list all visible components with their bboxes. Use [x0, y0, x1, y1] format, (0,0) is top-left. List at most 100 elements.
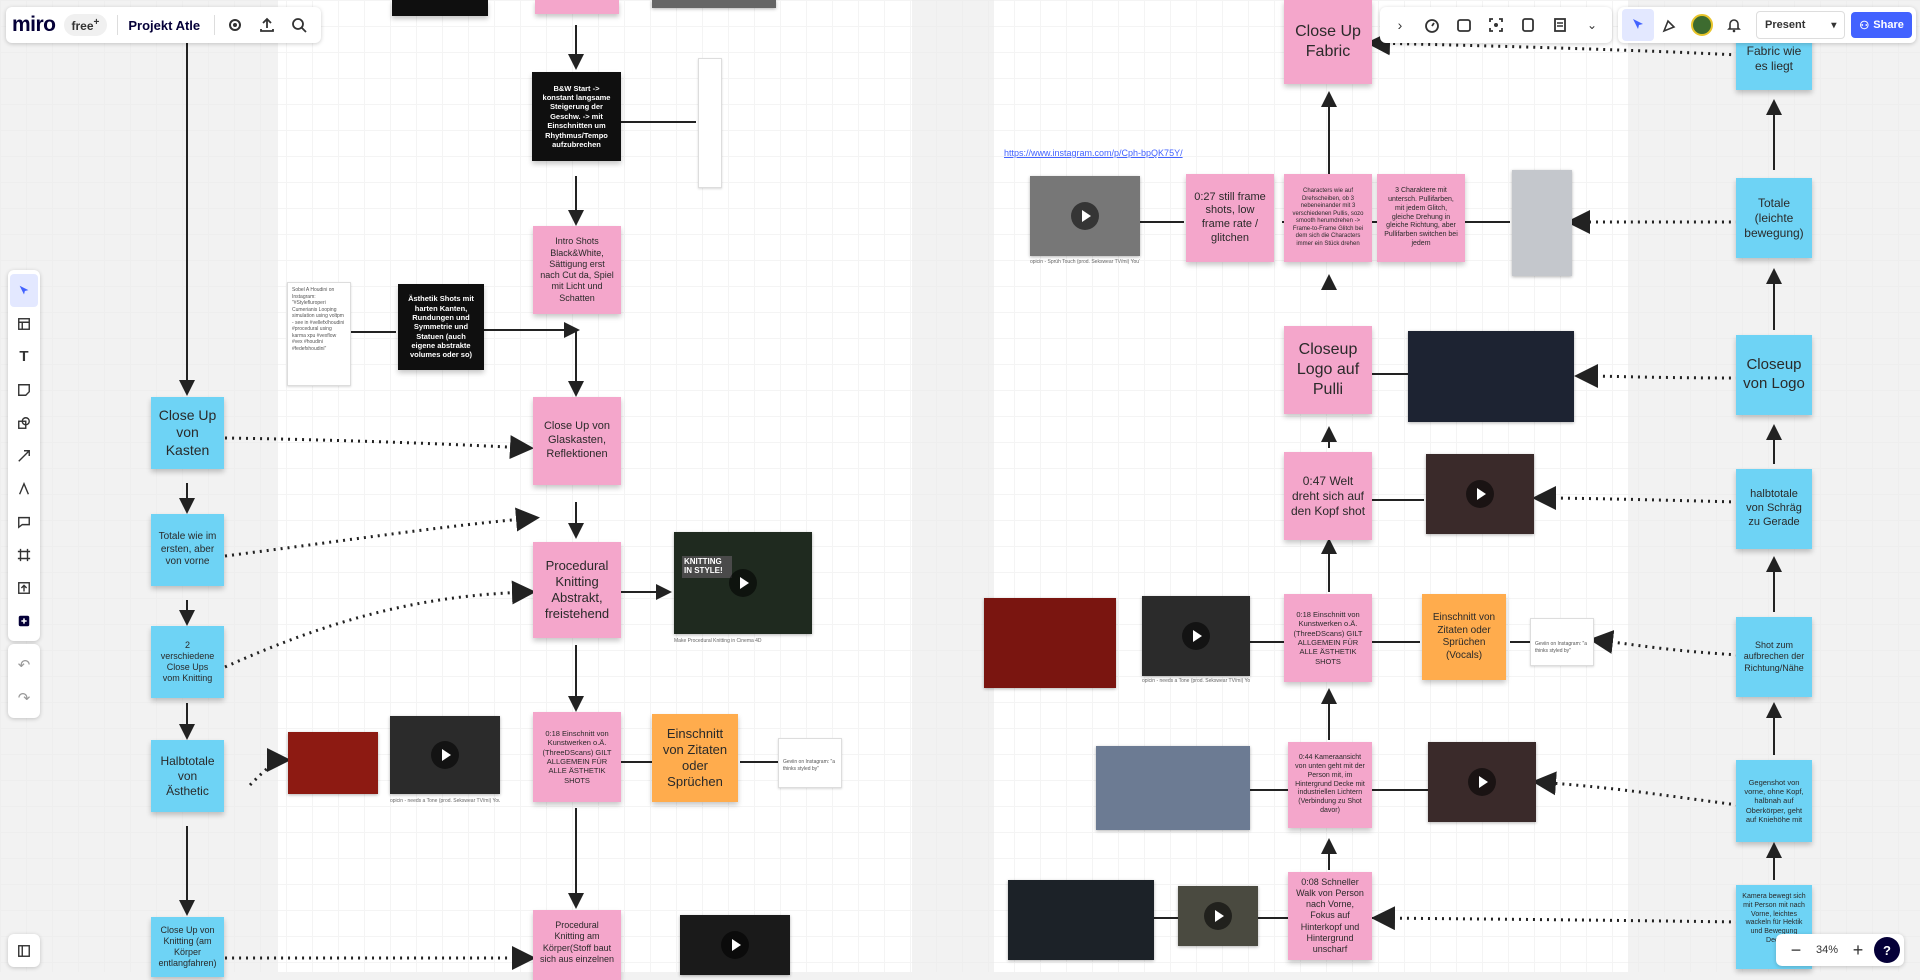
zoom-in-button[interactable]: +	[1842, 934, 1874, 966]
more-icon[interactable]: ⌄	[1576, 9, 1608, 41]
sticky-closeup-logo-pulli[interactable]: Closeup Logo auf Pulli	[1284, 326, 1372, 414]
sticky-einschnitt-zitate-right[interactable]: Einschnitt von Zitaten oder Sprüchen (Vo…	[1422, 594, 1506, 680]
sticky-halbtotale-aesthetic[interactable]: Halbtotale von Ästhetic	[151, 740, 224, 812]
play-icon[interactable]	[729, 569, 757, 597]
avatar[interactable]	[1686, 9, 1718, 41]
image-red-right[interactable]	[984, 598, 1116, 688]
plan-badge-label: free	[71, 19, 94, 33]
timer-icon[interactable]	[1416, 9, 1448, 41]
instagram-card-houdini[interactable]: Sobel A Houdini on Instagram: "#Styleflu…	[287, 282, 351, 386]
top-left-toolbar: miro free+ Projekt Atle	[6, 7, 322, 43]
image-dark-room[interactable]	[1008, 880, 1154, 960]
sticky-drei-charaktere[interactable]: 3 Charaktere mit untersch. Pullifarben, …	[1377, 174, 1465, 262]
focus-icon[interactable]	[1480, 9, 1512, 41]
sticky-black-top[interactable]	[392, 0, 488, 16]
select-icon[interactable]	[10, 274, 38, 307]
sticky-close-up-kasten[interactable]: Close Up von Kasten	[151, 397, 224, 469]
play-icon[interactable]	[1466, 480, 1494, 508]
video-kamera[interactable]	[1428, 742, 1536, 822]
plan-badge[interactable]: free+	[63, 14, 108, 36]
sticky-totale-bewegung[interactable]: Totale (leichte bewegung)	[1736, 178, 1812, 258]
video-welt[interactable]	[1426, 454, 1534, 534]
notes-icon[interactable]	[1544, 9, 1576, 41]
sticky-pink-top[interactable]	[535, 0, 619, 14]
chevron-down-icon[interactable]: ▾	[1831, 20, 1836, 31]
cursor-icon[interactable]	[1622, 9, 1654, 41]
sticky-shot-aufbrechen[interactable]: Shot zum aufbrechen der Richtung/Nähe	[1736, 617, 1812, 697]
sticky-close-ups-knitting[interactable]: 2 verschiedene Close Ups vom Knitting	[151, 626, 224, 698]
bell-icon[interactable]	[1718, 9, 1750, 41]
chevron-right-icon[interactable]: ›	[1384, 9, 1416, 41]
sticky-close-up-knitting[interactable]: Close Up von Knitting (am Körper entlang…	[151, 917, 224, 977]
video-car-left[interactable]	[390, 716, 500, 794]
instagram-card-geviin[interactable]: Geviin on Instagram: "a thinks styled by…	[778, 738, 842, 788]
sticky-closeup-von-logo[interactable]: Closeup von Logo	[1736, 335, 1812, 415]
play-icon[interactable]	[721, 931, 749, 959]
pen-icon[interactable]	[8, 472, 40, 505]
search-icon[interactable]	[283, 9, 315, 41]
text-icon[interactable]: T	[8, 340, 40, 373]
vote-icon[interactable]	[1448, 9, 1480, 41]
instagram-card-geviin-right[interactable]: Geviin on Instagram: "a thinks styled by…	[1530, 618, 1594, 666]
sticky-characters-drehscheibe[interactable]: Characters wie auf Drehscheiben, ob 3 ne…	[1284, 174, 1372, 262]
sticky-aesthetic-shots[interactable]: Ästhetik Shots mit harten Kanten, Rundun…	[398, 284, 484, 370]
comment-icon[interactable]	[8, 505, 40, 538]
sticky-procedural-koerper[interactable]: Procedural Knitting am Körper(Stoff baut…	[533, 910, 621, 980]
sticky-einschnitt-018-right[interactable]: 0:18 Einschnitt von Kunstwerken o.Ä. (Th…	[1284, 594, 1372, 682]
sticky-halbtotale-schraeg[interactable]: halbtotale von Schräg zu Gerade	[1736, 469, 1812, 549]
sticky-note-icon[interactable]	[8, 373, 40, 406]
video-knitting[interactable]: KNITTING IN STYLE!	[674, 532, 812, 634]
miro-logo[interactable]: miro	[12, 13, 56, 37]
sticky-gegenshot[interactable]: Gegenshot von vorne, ohne Kopf, halbnah …	[1736, 760, 1812, 842]
image-jacket-back[interactable]	[1096, 746, 1250, 830]
play-icon[interactable]	[1182, 622, 1210, 650]
instagram-link[interactable]: https://www.instagram.com/p/Cph-bpQK75Y/	[1004, 148, 1183, 158]
templates-icon[interactable]	[8, 307, 40, 340]
zoom-level[interactable]: 34%	[1816, 944, 1838, 956]
sticky-still-frame[interactable]: 0:27 still frame shots, low frame rate /…	[1186, 174, 1274, 262]
settings-icon[interactable]	[219, 9, 251, 41]
video-bottom-center[interactable]	[680, 915, 790, 975]
image-logo-pulli[interactable]	[1408, 331, 1574, 422]
document-card-top[interactable]	[698, 58, 722, 188]
upload-tool-icon[interactable]	[8, 571, 40, 604]
count-icon[interactable]	[1512, 9, 1544, 41]
sticky-kameraansicht[interactable]: 0:44 Kameraansicht von unten geht mit de…	[1288, 742, 1372, 828]
video-car-right[interactable]	[1142, 596, 1250, 676]
upload-icon[interactable]	[251, 9, 283, 41]
sticky-close-up-fabric[interactable]: Close Up Fabric	[1284, 0, 1372, 84]
sticky-einschnitt-zitate[interactable]: Einschnitt von Zitaten oder Sprüchen	[652, 714, 738, 802]
video-plane[interactable]	[1030, 176, 1140, 256]
video-knitting-caption: Make Procedural Knitting in Cinema 4D	[674, 638, 762, 644]
present-button[interactable]: Present ▾	[1756, 11, 1846, 39]
share-button[interactable]: ⚇ Share	[1851, 12, 1912, 38]
celebrate-icon[interactable]	[1654, 9, 1686, 41]
image-red-left[interactable]	[288, 732, 378, 794]
sticky-procedural-abstrakt[interactable]: Procedural Knitting Abstrakt, freistehen…	[533, 542, 621, 638]
sticky-bw-start[interactable]: B&W Start -> konstant langsame Steigerun…	[532, 72, 621, 161]
play-icon[interactable]	[1071, 202, 1099, 230]
play-icon[interactable]	[1468, 768, 1496, 796]
sticky-intro-shots[interactable]: Intro Shots Black&White, Sättigung erst …	[533, 226, 621, 314]
help-button[interactable]: ?	[1874, 937, 1901, 963]
board-name[interactable]: Projekt Atle	[128, 18, 200, 33]
redo-icon[interactable]: ↷	[8, 681, 40, 714]
panel-icon[interactable]	[8, 934, 40, 967]
sticky-welt-dreht[interactable]: 0:47 Welt dreht sich auf den Kopf shot	[1284, 452, 1372, 540]
undo-icon[interactable]: ↶	[8, 648, 40, 681]
sticky-einschnitt-018[interactable]: 0:18 Einschnitt von Kunstwerken o.Ä. (Th…	[533, 712, 621, 802]
add-icon[interactable]	[8, 604, 40, 637]
image-characters[interactable]	[1512, 170, 1572, 276]
sticky-totale-wie[interactable]: Totale wie im ersten, aber von vorne	[151, 514, 224, 586]
frame-icon[interactable]	[8, 538, 40, 571]
pen-arrow-icon[interactable]	[8, 439, 40, 472]
sticky-close-up-glas[interactable]: Close Up von Glaskasten, Reflektionen	[533, 397, 621, 485]
divider	[214, 15, 216, 35]
image-top[interactable]	[652, 0, 776, 8]
video-walk[interactable]	[1178, 886, 1258, 946]
zoom-out-button[interactable]: −	[1780, 934, 1812, 966]
play-icon[interactable]	[431, 741, 459, 769]
shapes-icon[interactable]	[8, 406, 40, 439]
sticky-schneller-walk[interactable]: 0:08 Schneller Walk von Person nach Vorn…	[1288, 872, 1372, 960]
play-icon[interactable]	[1204, 902, 1232, 930]
